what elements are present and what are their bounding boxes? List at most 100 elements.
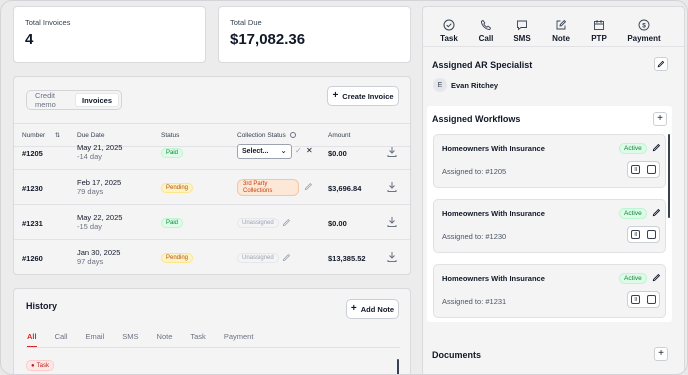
history-title: History [26,301,58,311]
call-action[interactable]: Call [466,19,506,43]
collection-status-badge[interactable]: Unassigned [237,218,279,228]
total-invoices-card: Total Invoices 4 [13,6,206,63]
pencil-icon[interactable] [304,182,313,191]
workflow-card[interactable]: Homeowners With Insurance Active Assigne… [433,199,666,253]
stop-icon[interactable] [646,165,656,174]
ptp-action[interactable]: PTP [579,19,619,43]
amount: $3,696.84 [328,184,362,193]
total-due-value: $17,082.36 [230,31,306,48]
amount: $0.00 [328,149,347,158]
total-due-card: Total Due $17,082.36 [218,6,411,63]
workflow-assigned: Assigned to: #1205 [442,167,507,176]
check-circle-icon [443,19,455,31]
add-document-button[interactable]: + [654,347,668,361]
invoice-type-toggle: Credit memo Invoices [26,90,122,110]
payment-action[interactable]: $ Payment [624,19,664,43]
tab-sms[interactable]: SMS [122,332,138,347]
tab-call[interactable]: Call [55,332,68,347]
assigned-workflows-section: Assigned Workflows + Homeowners With Ins… [427,106,672,322]
download-icon[interactable] [386,251,398,263]
workflow-name: Homeowners With Insurance [442,209,545,218]
tab-task[interactable]: Task [190,332,205,347]
pencil-icon[interactable] [652,208,661,217]
pause-icon[interactable]: II [631,230,641,239]
pencil-icon[interactable] [652,273,661,282]
amount: $0.00 [328,219,347,228]
app-frame: Total Invoices 4 Total Due $17,082.36 Cr… [0,0,688,375]
history-divider [26,347,400,348]
documents-title: Documents [432,350,482,360]
download-icon[interactable] [386,181,398,193]
due-date: May 21, 2025 -14 day [77,143,123,161]
plus-icon: + [332,90,339,101]
stop-icon[interactable] [646,295,656,304]
workflow-card[interactable]: Homeowners With Insurance Active Assigne… [433,134,666,188]
status-badge: Paid [161,218,184,228]
tab-note[interactable]: Note [157,332,173,347]
workflow-controls: II [627,161,660,178]
history-tabs: All Call Email SMS Note Task Payment [27,332,271,347]
avatar: E [433,78,447,92]
workflow-assigned: Assigned to: #1231 [442,297,507,306]
tab-email[interactable]: Email [86,332,105,347]
pause-icon[interactable]: II [631,295,641,304]
workflows-title: Assigned Workflows [432,114,521,124]
workflow-name: Homeowners With Insurance [442,144,545,153]
add-note-button[interactable]: + Add Note [346,299,399,319]
due-date: Jan 30, 2025 97 days [77,248,121,266]
workflows-scrollbar[interactable] [668,134,670,218]
workflow-card[interactable]: Homeowners With Insurance Active Assigne… [433,264,666,318]
collection-status-badge[interactable]: 3rd Party Collections [237,179,299,196]
note-action[interactable]: Note [541,19,581,43]
actions-divider [423,46,684,47]
sms-action[interactable]: SMS [502,19,542,43]
tab-all[interactable]: All [27,332,37,347]
right-panel: Task Call SMS Note PTP $ Payment Assigne… [422,6,685,374]
confirm-icon[interactable]: ✓ [295,146,302,155]
invoice-number[interactable]: #1231 [22,219,43,228]
total-invoices-value: 4 [25,31,34,48]
pencil-icon[interactable] [282,253,291,262]
history-scrollbar[interactable] [397,359,399,374]
invoices-card: Credit memo Invoices + Create Invoice Nu… [13,76,411,275]
pencil-icon [657,60,665,68]
collection-status-select[interactable]: Select... ⌄ [237,144,292,159]
credit-memo-tab[interactable]: Credit memo [29,91,75,109]
invoice-number[interactable]: #1205 [22,149,43,158]
task-tag: ● Task [26,360,54,371]
add-workflow-button[interactable]: + [653,112,667,126]
status-badge: Active [619,143,647,154]
status-badge: Active [619,208,647,219]
workflow-controls: II [627,226,660,243]
collection-status-badge[interactable]: Unassigned [237,253,279,263]
edit-specialist-button[interactable] [654,57,668,71]
invoice-number[interactable]: #1230 [22,184,43,193]
pause-icon[interactable]: II [631,165,641,174]
svg-text:$: $ [642,23,646,30]
amount: $13,385.52 [328,254,366,263]
close-icon[interactable]: ✕ [306,146,313,155]
total-due-label: Total Due [230,18,262,27]
task-action[interactable]: Task [429,19,469,43]
status-badge: Pending [161,253,194,263]
workflow-assigned: Assigned to: #1230 [442,232,507,241]
download-icon[interactable] [386,216,398,228]
download-icon[interactable] [386,146,398,158]
ar-specialist-title: Assigned AR Specialist [432,60,533,70]
table-row[interactable]: #1231 May 22, 2025 -15 day Paid Unassign… [14,205,410,240]
status-badge: Active [619,273,647,284]
create-invoice-button[interactable]: + Create Invoice [327,86,399,106]
table-row[interactable]: #1260 Jan 30, 2025 97 days Pending Unass… [14,240,410,275]
workflow-name: Homeowners With Insurance [442,274,545,283]
stop-icon[interactable] [646,230,656,239]
invoice-number[interactable]: #1260 [22,254,43,263]
workflow-controls: II [627,291,660,308]
status-badge: Pending [161,183,194,193]
invoices-tab[interactable]: Invoices [74,93,119,107]
table-row[interactable]: #1205 May 21, 2025 -14 day Paid Select..… [14,135,410,170]
pencil-icon[interactable] [282,218,291,227]
table-row[interactable]: #1230 Feb 17, 2025 79 days Pending 3rd P… [14,170,410,205]
pencil-icon[interactable] [652,143,661,152]
tab-payment[interactable]: Payment [224,332,254,347]
chevron-down-icon: ⌄ [280,146,287,155]
